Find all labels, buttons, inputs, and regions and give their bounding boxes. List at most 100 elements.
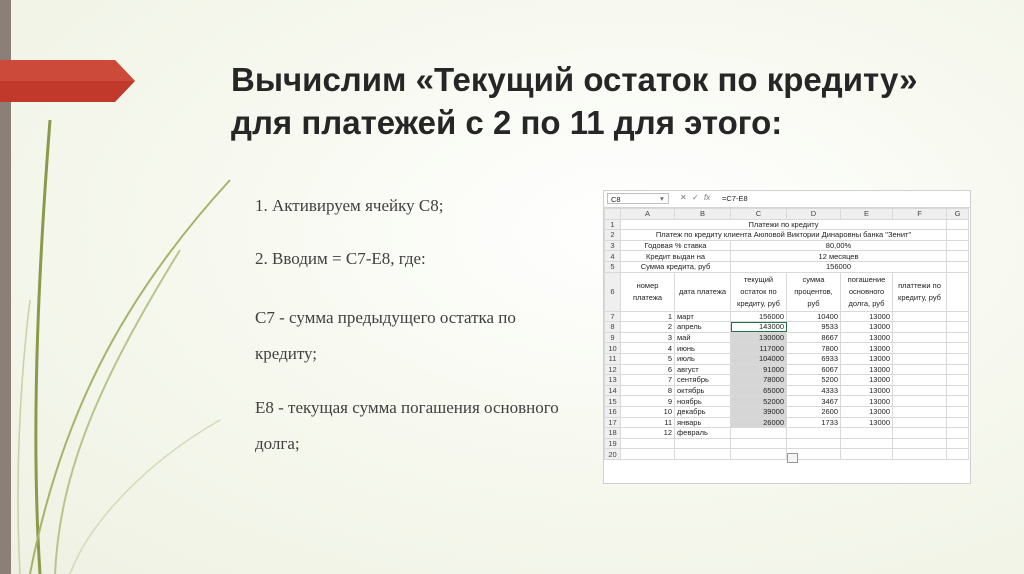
row-value[interactable]: 12 месяцев <box>730 250 947 262</box>
payment-month[interactable]: июль <box>674 352 731 365</box>
principal-cell[interactable]: 13000 <box>840 374 893 386</box>
balance-cell[interactable]: 130000 <box>730 331 787 344</box>
payment-month[interactable]: октябрь <box>674 384 731 397</box>
cell[interactable] <box>946 218 969 231</box>
payment-month[interactable]: февраль <box>674 427 731 439</box>
interest-cell[interactable]: 6067 <box>786 363 841 376</box>
balance-cell[interactable]: 26000 <box>730 416 787 429</box>
header-cell[interactable]: номер платежа <box>620 271 675 312</box>
payment-number[interactable]: 4 <box>620 342 675 354</box>
row-number[interactable]: 16 <box>604 405 621 418</box>
row-value[interactable]: 80,00% <box>730 239 947 252</box>
principal-cell[interactable]: 13000 <box>840 310 893 323</box>
header-cell[interactable]: сумма процентов, руб <box>786 271 841 312</box>
principal-cell[interactable]: 13000 <box>840 331 893 344</box>
interest-cell[interactable]: 6933 <box>786 352 841 365</box>
row-number[interactable]: 5 <box>604 260 621 273</box>
payment-month[interactable]: сентябрь <box>674 374 731 386</box>
interest-cell[interactable]: 3467 <box>786 395 841 407</box>
balance-cell[interactable]: 104000 <box>730 352 787 365</box>
row-number[interactable]: 14 <box>604 384 621 397</box>
interest-cell[interactable]: 1733 <box>786 416 841 429</box>
row-number[interactable]: 3 <box>604 239 621 252</box>
cell[interactable] <box>946 395 969 407</box>
cell[interactable] <box>946 229 969 241</box>
row-number[interactable]: 7 <box>604 310 621 323</box>
column-header-c[interactable]: C <box>730 208 787 220</box>
payment-cell[interactable] <box>892 427 947 439</box>
row-number[interactable]: 19 <box>604 437 621 450</box>
cell[interactable] <box>730 448 787 460</box>
enter-icon[interactable]: ✓ <box>692 193 699 202</box>
balance-cell[interactable]: 117000 <box>730 342 787 354</box>
payment-number[interactable]: 8 <box>620 384 675 397</box>
payment-cell[interactable] <box>892 352 947 365</box>
payment-number[interactable]: 1 <box>620 310 675 323</box>
interest-cell[interactable]: 5200 <box>786 374 841 386</box>
payment-month[interactable]: май <box>674 331 731 344</box>
principal-cell[interactable]: 13000 <box>840 395 893 407</box>
row-number[interactable]: 9 <box>604 331 621 344</box>
interest-cell[interactable]: 2600 <box>786 405 841 418</box>
payment-cell[interactable] <box>892 363 947 376</box>
payment-cell[interactable] <box>892 342 947 354</box>
payment-cell[interactable] <box>892 395 947 407</box>
cell[interactable] <box>946 260 969 273</box>
row-number[interactable]: 11 <box>604 352 621 365</box>
cell[interactable] <box>620 437 675 450</box>
balance-cell[interactable]: 143000 <box>730 321 787 333</box>
payment-number[interactable]: 12 <box>620 427 675 439</box>
payment-cell[interactable] <box>892 384 947 397</box>
interest-cell[interactable]: 7800 <box>786 342 841 354</box>
merged-cell[interactable]: Платеж по кредиту клиента Аюповой Виктор… <box>620 229 947 241</box>
payment-cell[interactable] <box>892 416 947 429</box>
payment-number[interactable]: 11 <box>620 416 675 429</box>
cell[interactable] <box>946 437 969 450</box>
row-number[interactable]: 12 <box>604 363 621 376</box>
payment-number[interactable]: 2 <box>620 321 675 333</box>
row-label[interactable]: Кредит выдан на <box>620 250 731 262</box>
interest-cell[interactable]: 4333 <box>786 384 841 397</box>
cell[interactable] <box>946 331 969 344</box>
cell[interactable] <box>946 239 969 252</box>
row-number[interactable]: 2 <box>604 229 621 241</box>
payment-number[interactable]: 6 <box>620 363 675 376</box>
cell[interactable] <box>674 448 731 460</box>
payment-number[interactable]: 5 <box>620 352 675 365</box>
header-cell[interactable]: дата платежа <box>674 271 731 312</box>
payment-month[interactable]: январь <box>674 416 731 429</box>
principal-cell[interactable]: 13000 <box>840 342 893 354</box>
payment-cell[interactable] <box>892 310 947 323</box>
payment-cell[interactable] <box>892 374 947 386</box>
interest-cell[interactable]: 8667 <box>786 331 841 344</box>
principal-cell[interactable] <box>840 427 893 439</box>
principal-cell[interactable]: 13000 <box>840 384 893 397</box>
paste-options-icon[interactable] <box>787 453 798 463</box>
cancel-icon[interactable]: ✕ <box>680 193 687 202</box>
cell[interactable] <box>946 321 969 333</box>
cell[interactable] <box>892 437 947 450</box>
row-number[interactable]: 10 <box>604 342 621 354</box>
payment-cell[interactable] <box>892 331 947 344</box>
cell[interactable] <box>946 448 969 460</box>
principal-cell[interactable]: 13000 <box>840 405 893 418</box>
row-label[interactable]: Годовая % ставка <box>620 239 731 252</box>
cell[interactable] <box>840 437 893 450</box>
balance-cell[interactable]: 91000 <box>730 363 787 376</box>
cell[interactable] <box>946 310 969 323</box>
payment-month[interactable]: июнь <box>674 342 731 354</box>
column-header-b[interactable]: B <box>674 208 731 220</box>
chevron-down-icon[interactable]: ▾ <box>660 194 664 203</box>
cell[interactable] <box>946 416 969 429</box>
cell[interactable] <box>946 363 969 376</box>
payment-month[interactable]: ноябрь <box>674 395 731 407</box>
column-header-d[interactable]: D <box>786 208 841 220</box>
balance-cell[interactable]: 39000 <box>730 405 787 418</box>
column-header-a[interactable]: A <box>620 208 675 220</box>
payment-number[interactable]: 10 <box>620 405 675 418</box>
formula-input[interactable]: =C7-E8 <box>722 194 748 203</box>
interest-cell[interactable] <box>786 427 841 439</box>
balance-cell[interactable]: 156000 <box>730 310 787 323</box>
cell[interactable] <box>946 374 969 386</box>
cell-grid[interactable]: A B C D E F G 1 Платежи по кредиту 2 Платеж по кре… <box>604 208 969 460</box>
